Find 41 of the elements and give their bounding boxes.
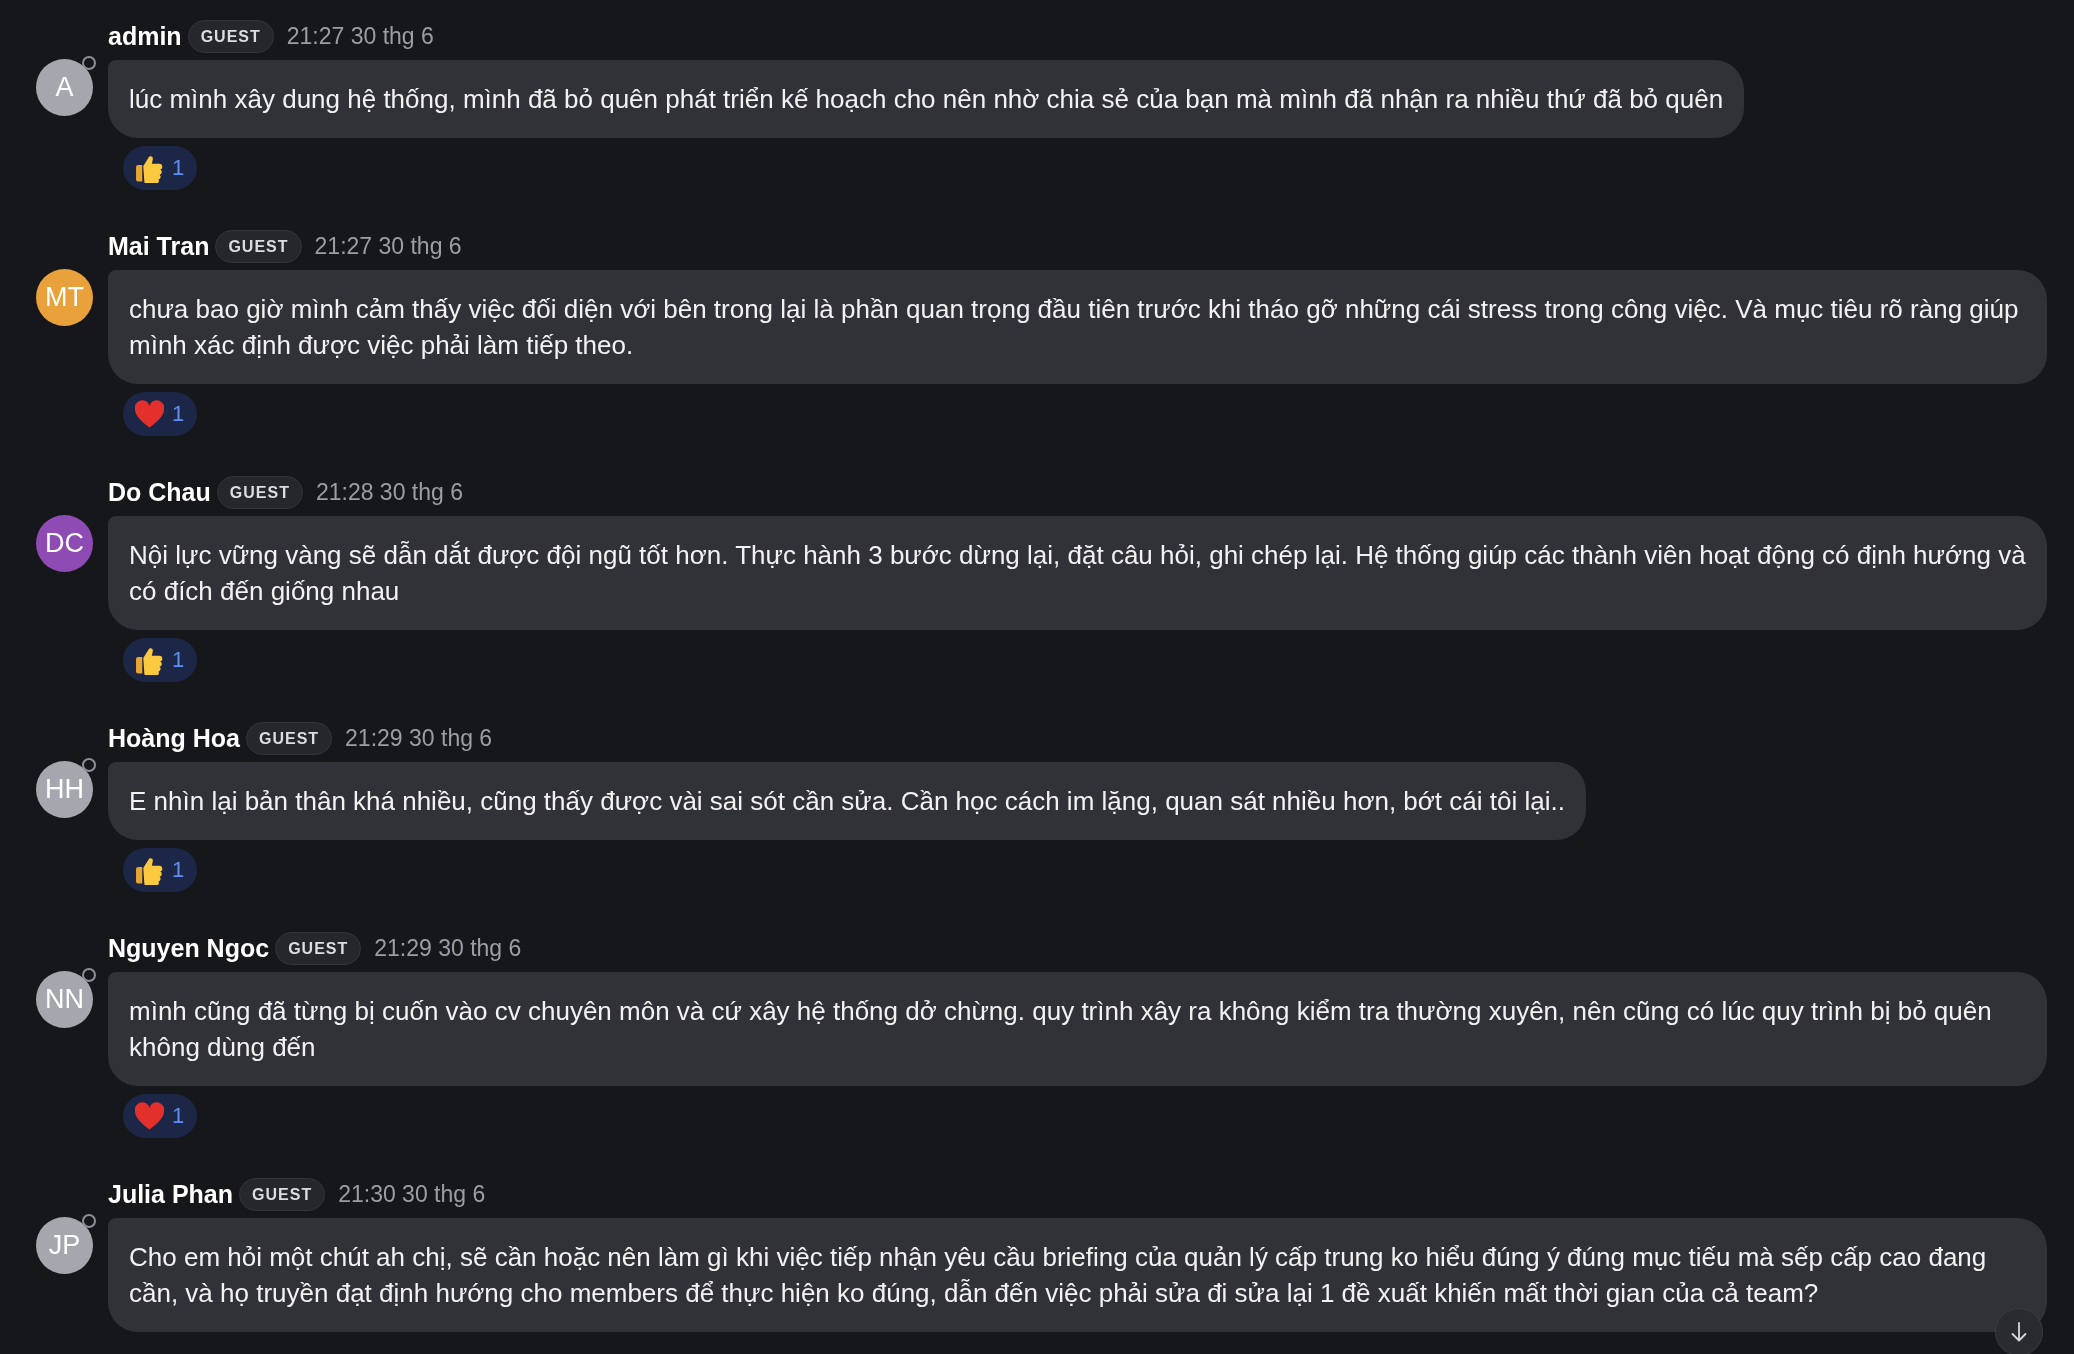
avatar: NN bbox=[36, 971, 93, 1028]
author-name: admin bbox=[108, 22, 182, 51]
avatar: JP bbox=[36, 1217, 93, 1274]
timestamp: 21:28 30 thg 6 bbox=[315, 479, 463, 506]
message-bubble: E nhìn lại bản thân khá nhiều, cũng thấy được vài sai sót cần sửa. Cần học cách im lặng, quan sát nhiều hơn, bớt cái tôi lại.. bbox=[108, 762, 1586, 840]
message-bubble: Nội lực vững vàng sẽ dẫn dắt được đội ngũ tốt hơn. Thực hành 3 bước dừng lại, đặt câu hỏi, ghi chép lại. Hệ thống giúp các thành viên hoạt động có định hướng và có đích đến giống nhau bbox=[108, 516, 2047, 630]
role-badge: GUEST bbox=[216, 476, 303, 509]
reaction-button[interactable]: 1 bbox=[123, 1094, 198, 1138]
avatar: HH bbox=[36, 761, 93, 818]
reaction-button[interactable]: 1 bbox=[123, 638, 198, 682]
timestamp: 21:29 30 thg 6 bbox=[374, 935, 522, 962]
author-name: Hoàng Hoa bbox=[108, 724, 240, 753]
reaction-button[interactable]: 1 bbox=[123, 392, 198, 436]
heart-icon bbox=[135, 1101, 164, 1131]
author-name: Julia Phan bbox=[108, 1180, 234, 1209]
role-badge: GUEST bbox=[245, 722, 333, 755]
thumbs-up-icon bbox=[135, 153, 164, 183]
message-bubble: mình cũng đã từng bị cuốn vào cv chuyên môn và cứ xây hệ thống dở chừng. quy trình xây ra không kiểm tra thường xuyên, nên cũng có lúc quy trình bị bỏ quên không dùng đến bbox=[108, 972, 2047, 1086]
heart-icon bbox=[135, 399, 164, 429]
arrow-down-icon bbox=[2011, 1322, 2027, 1342]
reaction-button[interactable]: 1 bbox=[123, 146, 198, 190]
timestamp: 21:29 30 thg 6 bbox=[345, 725, 493, 752]
role-badge: GUEST bbox=[239, 1178, 326, 1211]
avatar: DC bbox=[36, 515, 93, 572]
avatar: MT bbox=[36, 269, 93, 326]
thumbs-up-icon bbox=[135, 855, 164, 885]
thumbs-up-icon bbox=[135, 645, 164, 675]
message-bubble: Cho em hỏi một chút ah chị, sẽ cần hoặc nên làm gì khi việc tiếp nhận yêu cầu briefing của quản lý cấp trung ko hiểu đúng ý đúng mục tiếu mà sếp cấp cao đang cần, và họ truyền đạt định hướng cho members để thực hiện ko đúng, dẫn đến việc phải sửa đi sửa lại 1 đề xuất khiến mất thời gian của cả team? bbox=[108, 1218, 2047, 1332]
role-badge: GUEST bbox=[187, 20, 274, 53]
author-name: Do Chau bbox=[108, 478, 211, 507]
message-bubble: chưa bao giờ mình cảm thấy việc đối diện với bên trong lại là phần quan trọng đầu tiên trước khi tháo gỡ những cái stress trong công việc. Và mục tiêu rõ ràng giúp mình xác định được việc phải làm tiếp theo. bbox=[108, 270, 2047, 384]
author-name: Mai Tran bbox=[108, 232, 210, 261]
role-badge: GUEST bbox=[215, 230, 302, 263]
message-bubble: lúc mình xây dung hệ thống, mình đã bỏ quên phát triển kế hoạch cho nên nhờ chia sẻ của bạn mà mình đã nhận ra nhiều thứ đã bỏ quên bbox=[108, 60, 1745, 138]
author-name: Nguyen Ngoc bbox=[108, 934, 270, 963]
timestamp: 21:27 30 thg 6 bbox=[314, 233, 462, 260]
timestamp: 21:27 30 thg 6 bbox=[286, 23, 434, 50]
reaction-button[interactable]: 1 bbox=[123, 848, 198, 892]
avatar: A bbox=[36, 59, 93, 116]
timestamp: 21:30 30 thg 6 bbox=[338, 1181, 486, 1208]
role-badge: GUEST bbox=[275, 932, 362, 965]
